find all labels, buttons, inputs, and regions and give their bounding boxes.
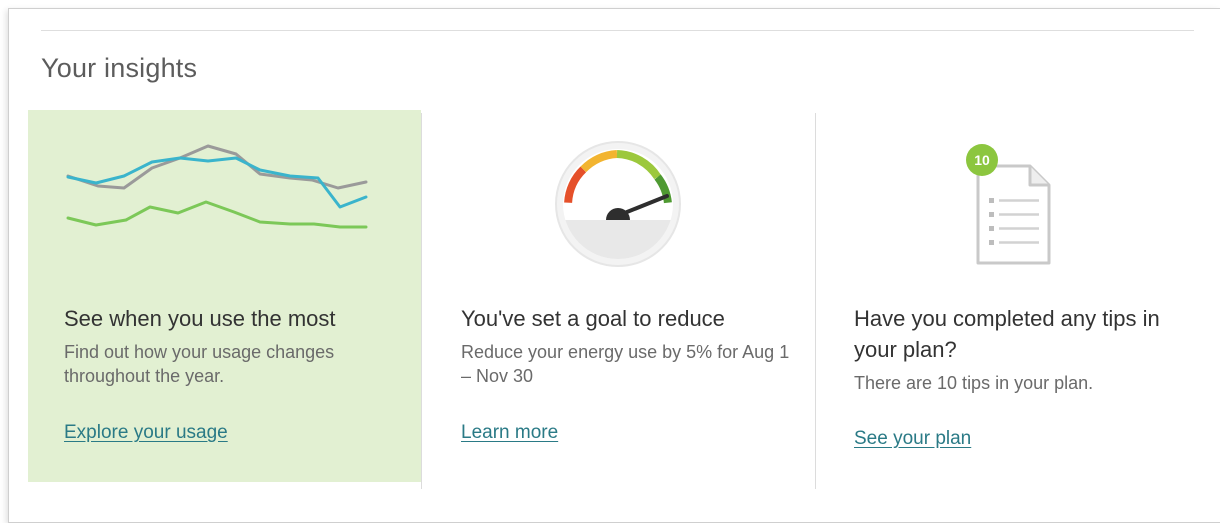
plan-document-icon: 10	[966, 144, 1051, 265]
teal-usage-line	[66, 156, 368, 209]
insights-panel: Your insights See when you use the most …	[8, 8, 1220, 523]
card-title: See when you use the most	[64, 306, 336, 331]
card-description: Reduce your energy use by 5% for Aug 1 –…	[461, 342, 790, 386]
explore-usage-link[interactable]: Explore your usage	[64, 422, 228, 444]
checklist-bullet	[989, 240, 994, 245]
checklist-bullet	[989, 212, 994, 217]
insight-card-plan: 10 Have you completed any tips in your p…	[816, 110, 1211, 482]
card-title: Have you completed any tips in your plan…	[854, 306, 1160, 362]
checklist-bullet	[989, 198, 994, 203]
insight-card-usage: See when you use the most Find out how y…	[28, 110, 421, 482]
insight-card-goal: You've set a goal to reduce Reduce your …	[422, 110, 815, 482]
section-title: Your insights	[41, 53, 198, 83]
card-title: You've set a goal to reduce	[461, 306, 725, 331]
tips-count-badge-text: 10	[974, 152, 990, 168]
see-plan-link[interactable]: See your plan	[854, 428, 971, 450]
card-description: Find out how your usage changes througho…	[64, 342, 335, 386]
card-description: There are 10 tips in your plan.	[854, 373, 1094, 393]
learn-more-link[interactable]: Learn more	[461, 422, 558, 444]
speedometer-gauge-icon	[555, 141, 681, 267]
checklist-bullet	[989, 226, 994, 231]
top-divider	[41, 30, 1194, 31]
usage-line-chart-icon	[66, 144, 368, 229]
green-usage-line	[66, 200, 368, 229]
